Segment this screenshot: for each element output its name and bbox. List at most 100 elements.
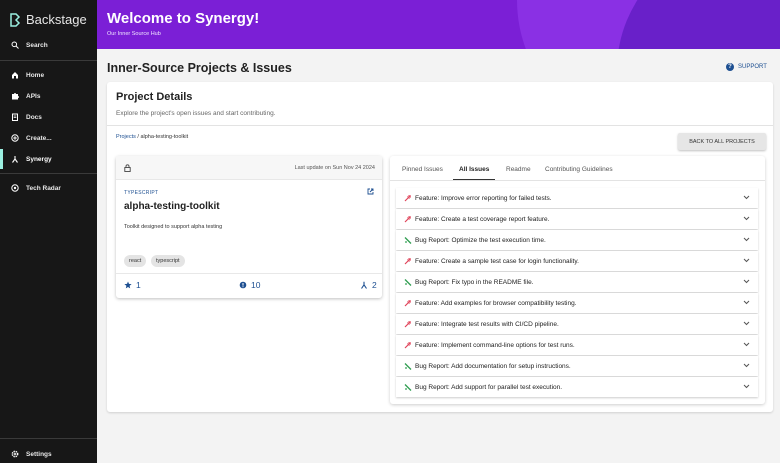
- sidebar-item-synergy[interactable]: Synergy: [0, 149, 97, 169]
- chevron-down-icon[interactable]: [743, 300, 750, 305]
- chevron-down-icon[interactable]: [743, 342, 750, 347]
- chevron-down-icon[interactable]: [743, 195, 750, 200]
- chevron-down-icon[interactable]: [743, 363, 750, 368]
- chevron-down-icon[interactable]: [743, 216, 750, 221]
- issue-title: Bug Report: Add documentation for setup …: [415, 362, 571, 370]
- project-card-divider: [116, 273, 382, 274]
- sidebar-search-label: Search: [26, 41, 48, 49]
- chevron-down-icon[interactable]: [743, 279, 750, 284]
- backstage-logo-icon: [10, 12, 21, 27]
- chevron-down-icon[interactable]: [743, 258, 750, 263]
- support-button[interactable]: ? SUPPORT: [726, 63, 767, 71]
- issue-row[interactable]: Bug Report: Fix typo in the README file.: [396, 272, 758, 292]
- logo-text: Backstage: [26, 12, 87, 27]
- forks-stat: 2: [360, 280, 377, 290]
- chevron-down-icon[interactable]: [743, 384, 750, 389]
- back-to-all-projects-button[interactable]: BACK TO ALL PROJECTS: [678, 133, 766, 150]
- sidebar-item-docs[interactable]: Docs: [0, 107, 97, 127]
- feature-icon: [404, 195, 411, 202]
- sidebar-search[interactable]: Search: [0, 35, 97, 55]
- bug-report-icon: [404, 279, 412, 286]
- issue-title: Bug Report: Add support for parallel tes…: [415, 383, 563, 391]
- sidebar-item-create[interactable]: Create...: [0, 128, 97, 148]
- issues-stat: 10: [239, 280, 260, 290]
- issues-count: 10: [251, 280, 261, 290]
- tab-readme[interactable]: Readme: [506, 166, 531, 173]
- card-divider: [107, 125, 773, 126]
- home-icon: [12, 72, 18, 79]
- sidebar-item-label: Settings: [26, 450, 52, 458]
- sidebar-item-tech-radar[interactable]: Tech Radar: [0, 178, 97, 198]
- stars-stat: 1: [124, 280, 141, 290]
- puzzle-icon: [12, 93, 19, 100]
- project-details-card: Project Details Explore the project's op…: [107, 82, 773, 412]
- feature-icon: [404, 321, 411, 328]
- tag-chip: react: [124, 255, 147, 267]
- sidebar-item-label: Create...: [26, 134, 52, 142]
- lock-icon: [124, 164, 131, 172]
- sidebar-divider: [0, 60, 97, 61]
- last-update-text: Last update on Sun Nov 24 2024: [294, 165, 375, 171]
- sidebar-item-apis[interactable]: APIs: [0, 86, 97, 106]
- search-icon: [11, 41, 19, 49]
- sidebar: Backstage Search Home APIs Docs Create..…: [0, 0, 97, 463]
- issue-row[interactable]: Feature: Improve error reporting for fai…: [396, 188, 758, 208]
- issue-title: Feature: Improve error reporting for fai…: [415, 194, 552, 202]
- issue-title: Feature: Create a test coverage report f…: [415, 215, 550, 223]
- page-header: Welcome to Synergy! Our Inner Source Hub: [97, 0, 780, 49]
- header-title: Welcome to Synergy!: [107, 10, 260, 27]
- chevron-down-icon[interactable]: [743, 237, 750, 242]
- tag-chip: typescript: [151, 255, 185, 267]
- issue-row[interactable]: Bug Report: Add support for parallel tes…: [396, 377, 758, 397]
- gear-icon: [11, 450, 19, 458]
- issue-row[interactable]: Bug Report: Add documentation for setup …: [396, 356, 758, 376]
- issue-row[interactable]: Feature: Create a sample test case for l…: [396, 251, 758, 271]
- backstage-logo[interactable]: Backstage: [9, 12, 87, 27]
- radar-icon: [11, 184, 19, 192]
- merge-icon: [12, 156, 18, 163]
- card-title: Project Details: [116, 91, 193, 103]
- merge-icon: [361, 281, 367, 289]
- project-language: TYPESCRIPT: [124, 190, 159, 196]
- feature-icon: [404, 216, 411, 223]
- tab-all-issues[interactable]: All Issues: [459, 166, 489, 173]
- sidebar-item-label: Tech Radar: [26, 184, 61, 192]
- breadcrumb: Projects / alpha-testing-toolkit: [116, 134, 188, 140]
- sidebar-divider: [0, 438, 97, 439]
- issue-row[interactable]: Feature: Implement command-line options …: [396, 335, 758, 355]
- forks-count: 2: [372, 280, 377, 290]
- issue-title: Feature: Add examples for browser compat…: [415, 299, 577, 307]
- card-description: Explore the project's open issues and st…: [116, 110, 276, 117]
- tab-contributing-guidelines[interactable]: Contributing Guidelines: [545, 166, 613, 173]
- bug-icon: [239, 281, 247, 289]
- issue-title: Bug Report: Optimize the test execution …: [415, 236, 546, 244]
- sidebar-item-label: Docs: [26, 113, 42, 121]
- tab-pinned-issues[interactable]: Pinned Issues: [402, 166, 443, 173]
- issue-row[interactable]: Feature: Integrate test results with CI/…: [396, 314, 758, 334]
- feature-icon: [404, 300, 411, 307]
- issue-row[interactable]: Feature: Create a test coverage report f…: [396, 209, 758, 229]
- chevron-down-icon[interactable]: [743, 321, 750, 326]
- bug-report-icon: [404, 237, 412, 244]
- project-description: Toolkit designed to support alpha testin…: [124, 224, 223, 230]
- help-icon: ?: [726, 63, 734, 71]
- issue-row[interactable]: Feature: Add examples for browser compat…: [396, 293, 758, 313]
- breadcrumb-projects-link[interactable]: Projects: [116, 134, 136, 140]
- sidebar-item-settings[interactable]: Settings: [0, 444, 97, 463]
- star-icon: [124, 281, 132, 289]
- issue-row[interactable]: Bug Report: Optimize the test execution …: [396, 230, 758, 250]
- sidebar-item-home[interactable]: Home: [0, 65, 97, 85]
- external-link-icon[interactable]: [367, 188, 374, 195]
- bug-report-icon: [404, 384, 412, 391]
- tabs-divider: [390, 180, 765, 181]
- project-card: Last update on Sun Nov 24 2024 TYPESCRIP…: [116, 156, 382, 298]
- issue-title: Feature: Integrate test results with CI/…: [415, 320, 559, 328]
- breadcrumb-current: / alpha-testing-toolkit: [135, 134, 189, 140]
- sidebar-item-label: Synergy: [26, 155, 52, 163]
- stars-count: 1: [136, 280, 141, 290]
- issue-title: Bug Report: Fix typo in the README file.: [415, 278, 534, 286]
- header-decoration: [617, 0, 780, 49]
- sidebar-item-label: APIs: [26, 92, 41, 100]
- feature-icon: [404, 342, 411, 349]
- feature-icon: [404, 258, 411, 265]
